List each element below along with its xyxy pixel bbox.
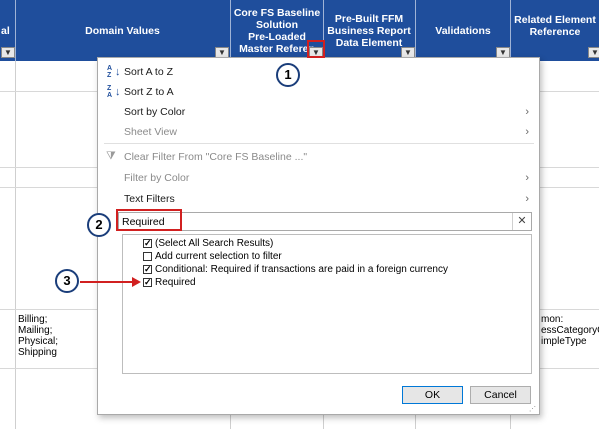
resize-grip-icon[interactable]: ⋰ — [529, 405, 536, 413]
callout-badge-2: 2 — [87, 213, 111, 237]
chevron-right-icon: › — [525, 171, 529, 184]
list-item-label: Conditional: Required if transactions ar… — [155, 264, 448, 275]
sort-z-to-a-item[interactable]: ZA ↓ Sort Z to A — [98, 82, 539, 101]
list-item-select-all[interactable]: ✓ (Select All Search Results) — [143, 237, 273, 250]
table-cell-domain-values[interactable]: Billing; Mailing; Physical; Shipping — [18, 314, 58, 358]
sort-by-color-item[interactable]: Sort by Color › — [98, 102, 539, 121]
callout-badge-1: 1 — [276, 63, 300, 87]
checkbox-unchecked[interactable] — [143, 252, 152, 261]
sort-a-to-z-item[interactable]: AZ ↓ Sort A to Z — [98, 62, 539, 81]
sheet-view-item[interactable]: Sheet View › — [98, 122, 539, 141]
sort-descending-icon: ZA — [107, 85, 113, 99]
grid-line — [15, 61, 16, 429]
chevron-right-icon: › — [525, 105, 529, 118]
highlight-search-field — [116, 209, 182, 231]
callout-arrow-icon — [80, 277, 141, 287]
sheet-view-label: Sheet View — [124, 125, 177, 138]
filter-dropdown-button[interactable] — [1, 47, 15, 58]
checkbox-checked[interactable]: ✓ — [143, 239, 152, 248]
clear-filter-icon: ⧩ — [106, 150, 116, 162]
chevron-right-icon: › — [525, 192, 529, 205]
down-arrow-icon: ↓ — [115, 85, 121, 98]
list-item-add-selection[interactable]: Add current selection to filter — [143, 250, 282, 263]
column-header-related-element: Related Element Reference — [514, 14, 596, 38]
column-header-domain-values: Domain Values — [85, 24, 160, 37]
list-item-label: Add current selection to filter — [155, 251, 282, 262]
clear-search-icon[interactable]: ✕ — [512, 213, 531, 230]
down-arrow-icon: ↓ — [115, 65, 121, 78]
ok-button[interactable]: OK — [402, 386, 463, 404]
cancel-button[interactable]: Cancel — [470, 386, 531, 404]
filter-dropdown-button[interactable] — [588, 47, 599, 58]
sort-z-to-a-label: Sort Z to A — [124, 85, 174, 98]
list-item-label: Required — [155, 277, 196, 288]
list-item-required[interactable]: ✓ Required — [143, 276, 196, 289]
sort-by-color-label: Sort by Color — [124, 105, 186, 118]
filter-by-color-item[interactable]: Filter by Color › — [98, 168, 539, 187]
list-item-conditional[interactable]: ✓ Conditional: Required if transactions … — [143, 263, 448, 276]
checkbox-checked[interactable]: ✓ — [143, 278, 152, 287]
text-filters-item[interactable]: Text Filters › — [98, 189, 539, 208]
clear-filter-label: Clear Filter From "Core FS Baseline ..." — [124, 150, 308, 163]
text-filters-label: Text Filters — [124, 192, 175, 205]
chevron-right-icon: › — [525, 125, 529, 138]
filter-values-list: ✓ (Select All Search Results) Add curren… — [122, 234, 532, 374]
menu-divider — [104, 143, 534, 144]
filter-by-color-label: Filter by Color — [124, 171, 190, 184]
table-cell-related-element[interactable]: mon: essCategoryC impleType — [541, 314, 599, 347]
sort-a-to-z-label: Sort A to Z — [124, 65, 174, 78]
checkbox-checked[interactable]: ✓ — [143, 265, 152, 274]
sort-ascending-icon: AZ — [107, 65, 113, 79]
autofilter-menu: AZ ↓ Sort A to Z ZA ↓ Sort Z to A Sort b… — [97, 57, 540, 415]
clear-filter-item[interactable]: ⧩ Clear Filter From "Core FS Baseline ..… — [98, 147, 539, 166]
table-header: al Domain Values Core FS Baseline Soluti… — [0, 0, 599, 61]
callout-badge-3: 3 — [55, 269, 79, 293]
list-item-label: (Select All Search Results) — [155, 238, 274, 249]
highlight-filter-button — [307, 40, 325, 58]
